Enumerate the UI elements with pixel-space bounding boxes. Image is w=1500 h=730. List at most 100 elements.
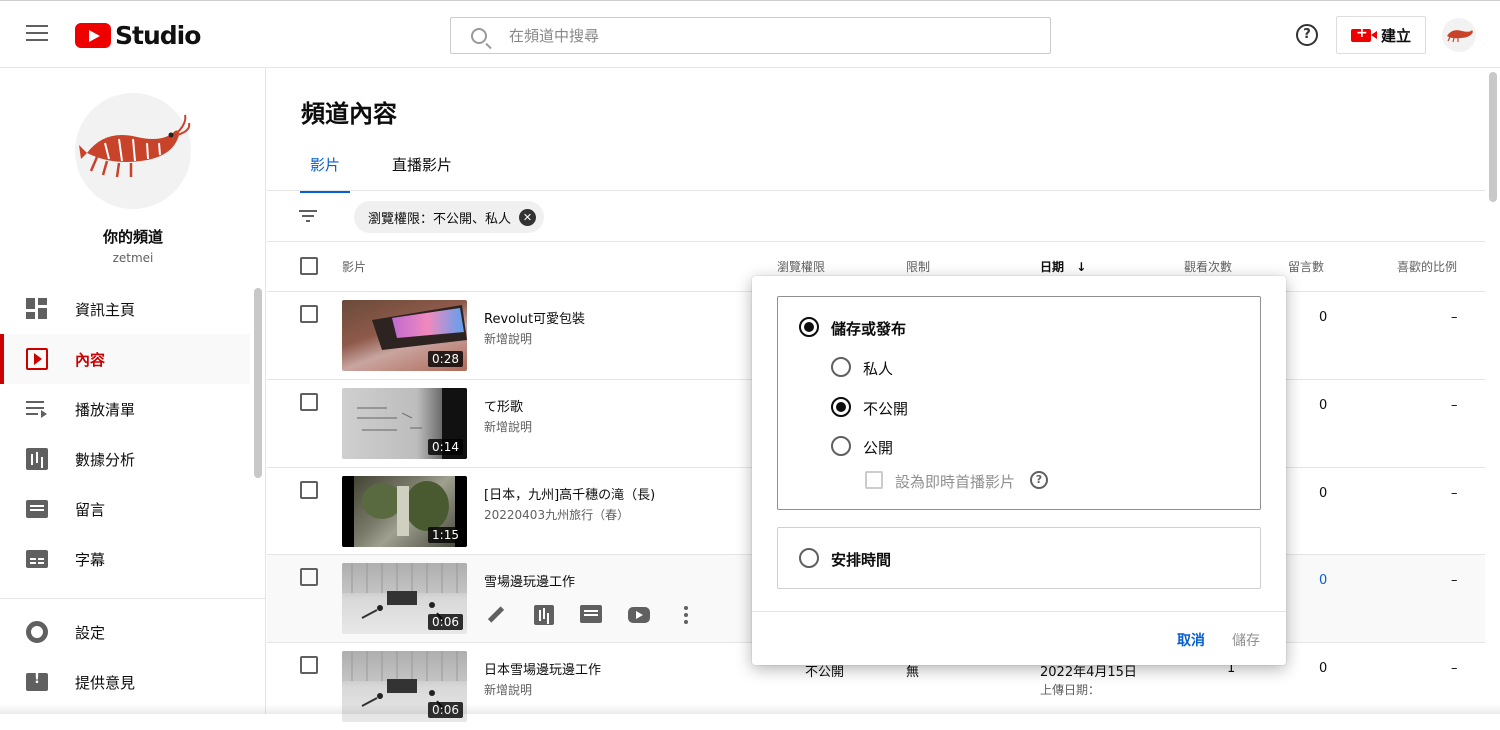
- likes-ratio: –: [1451, 310, 1458, 325]
- video-thumbnail[interactable]: 1:15: [342, 476, 467, 547]
- video-description[interactable]: 20220403九州旅行（春）: [484, 506, 629, 523]
- tab-videos[interactable]: 影片: [299, 154, 351, 193]
- filter-chip[interactable]: 瀏覽權限：不公開、私人 ✕: [354, 201, 545, 233]
- row-checkbox[interactable]: [300, 393, 318, 411]
- radio-private[interactable]: [831, 357, 851, 377]
- save-button[interactable]: 儲存: [1232, 630, 1260, 650]
- create-button[interactable]: 建立: [1336, 16, 1426, 54]
- page-title: 頻道內容: [301, 100, 397, 128]
- popup-divider: [752, 611, 1286, 612]
- subtitles-icon: [26, 550, 48, 568]
- visibility-popup: 儲存或發布 私人 不公開 公開 設為即時首播影片 ? 安排時間 取消 儲存: [752, 276, 1286, 665]
- video-camera-add-icon: [1350, 25, 1377, 42]
- column-header-comments[interactable]: 留言數: [1288, 258, 1324, 275]
- video-duration: 1:15: [428, 527, 463, 543]
- comment-icon[interactable]: [580, 605, 602, 623]
- account-avatar[interactable]: [1442, 18, 1476, 52]
- column-header-visibility[interactable]: 瀏覽權限: [777, 258, 825, 275]
- filter-icon[interactable]: [299, 210, 317, 222]
- video-title[interactable]: [日本，九州]高千穗の滝（長): [484, 484, 655, 503]
- playlist-icon: [26, 398, 48, 420]
- more-options-icon[interactable]: [684, 606, 688, 610]
- analytics-icon: [26, 448, 48, 470]
- save-or-publish-box: 儲存或發布 私人 不公開 公開 設為即時首播影片 ?: [777, 296, 1261, 510]
- radio-schedule[interactable]: [799, 548, 819, 568]
- sidebar-item-content[interactable]: 內容: [0, 334, 250, 384]
- video-title[interactable]: 雪場邊玩邊工作: [484, 571, 575, 590]
- radio-public[interactable]: [831, 436, 851, 456]
- help-icon[interactable]: ?: [1030, 471, 1048, 489]
- close-icon[interactable]: ✕: [519, 208, 537, 226]
- row-checkbox[interactable]: [300, 568, 318, 586]
- column-header-date[interactable]: 日期 ↓: [1040, 258, 1086, 275]
- sidebar-item-label: 資訊主頁: [75, 300, 136, 319]
- likes-ratio: –: [1451, 398, 1458, 413]
- sidebar-item-settings[interactable]: 設定: [0, 607, 250, 657]
- gear-icon: [26, 621, 48, 643]
- schedule-box: 安排時間: [777, 527, 1261, 589]
- likes-ratio: –: [1451, 661, 1458, 676]
- youtube-play-icon[interactable]: [628, 607, 650, 623]
- search-icon: [471, 27, 487, 44]
- analytics-icon[interactable]: [534, 605, 554, 625]
- sidebar-item-analytics[interactable]: 數據分析: [0, 434, 250, 484]
- search-bar[interactable]: [450, 17, 1051, 54]
- video-thumbnail[interactable]: 0:14: [342, 388, 467, 459]
- sidebar-item-label: 內容: [75, 350, 106, 369]
- sidebar-item-label: 設定: [75, 623, 106, 642]
- channel-name: 你的頻道: [102, 228, 163, 246]
- video-title[interactable]: て形歌: [484, 396, 523, 415]
- row-checkbox[interactable]: [300, 305, 318, 323]
- video-title[interactable]: Revolut可愛包裝: [484, 308, 585, 327]
- video-title[interactable]: 日本雪場邊玩邊工作: [484, 659, 601, 678]
- row-checkbox[interactable]: [300, 481, 318, 499]
- video-thumbnail[interactable]: 0:06: [342, 563, 467, 634]
- unlisted-label: 不公開: [863, 400, 909, 418]
- sort-arrow-down-icon: ↓: [1076, 260, 1087, 274]
- pencil-icon[interactable]: [484, 603, 508, 627]
- tab-live[interactable]: 直播影片: [392, 154, 452, 190]
- help-icon[interactable]: ?: [1296, 24, 1318, 46]
- column-header-video: 影片: [342, 260, 367, 274]
- sidebar-item-subtitles[interactable]: 字幕: [0, 534, 250, 584]
- select-all-checkbox[interactable]: [300, 257, 318, 275]
- main-scrollbar[interactable]: [1489, 72, 1497, 202]
- video-duration: 0:28: [428, 351, 463, 367]
- premiere-label: 設為即時首播影片: [895, 473, 1016, 491]
- column-header-likes[interactable]: 喜歡的比例: [1397, 258, 1457, 275]
- video-description[interactable]: 新增說明: [484, 330, 532, 347]
- sidebar-item-comments[interactable]: 留言: [0, 484, 250, 534]
- tabs-divider: [267, 190, 1485, 191]
- cancel-button[interactable]: 取消: [1177, 630, 1205, 650]
- video-thumbnail[interactable]: 0:28: [342, 300, 467, 371]
- video-description[interactable]: 新增說明: [484, 418, 532, 435]
- column-header-date-label: 日期: [1040, 260, 1065, 274]
- video-description[interactable]: 新增說明: [484, 681, 532, 698]
- radio-save-or-publish[interactable]: [799, 317, 819, 337]
- channel-avatar[interactable]: [75, 93, 191, 209]
- sidebar: 你的頻道 zetmei 資訊主頁 內容 播放清單 數據分析 留言 字幕 設定 提…: [0, 68, 266, 714]
- search-input[interactable]: [509, 26, 1009, 45]
- youtube-studio-logo[interactable]: Studio: [75, 21, 201, 50]
- bottom-shadow: [0, 704, 1500, 714]
- row-checkbox[interactable]: [300, 656, 318, 674]
- column-header-views[interactable]: 觀看次數: [1184, 258, 1232, 275]
- sidebar-item-feedback[interactable]: 提供意見: [0, 657, 250, 707]
- hamburger-menu-icon[interactable]: [26, 25, 48, 43]
- likes-ratio: –: [1451, 486, 1458, 501]
- sidebar-divider: [0, 598, 266, 599]
- sidebar-scrollbar[interactable]: [254, 288, 262, 478]
- video-duration: 0:14: [428, 439, 463, 455]
- column-header-restrictions[interactable]: 限制: [906, 258, 930, 275]
- comments-count: 0: [1319, 486, 1328, 501]
- date-subtitle: 上傳日期：: [1040, 683, 1101, 697]
- shrimp-icon: [1447, 30, 1473, 43]
- premiere-checkbox[interactable]: [865, 471, 883, 489]
- comments-count[interactable]: 0: [1319, 573, 1327, 588]
- content-icon: [26, 348, 48, 370]
- sidebar-item-playlists[interactable]: 播放清單: [0, 384, 250, 434]
- sidebar-item-dashboard[interactable]: 資訊主頁: [0, 284, 250, 334]
- comments-count: 0: [1319, 661, 1328, 676]
- radio-unlisted[interactable]: [831, 397, 851, 417]
- youtube-logo-icon: [75, 23, 111, 48]
